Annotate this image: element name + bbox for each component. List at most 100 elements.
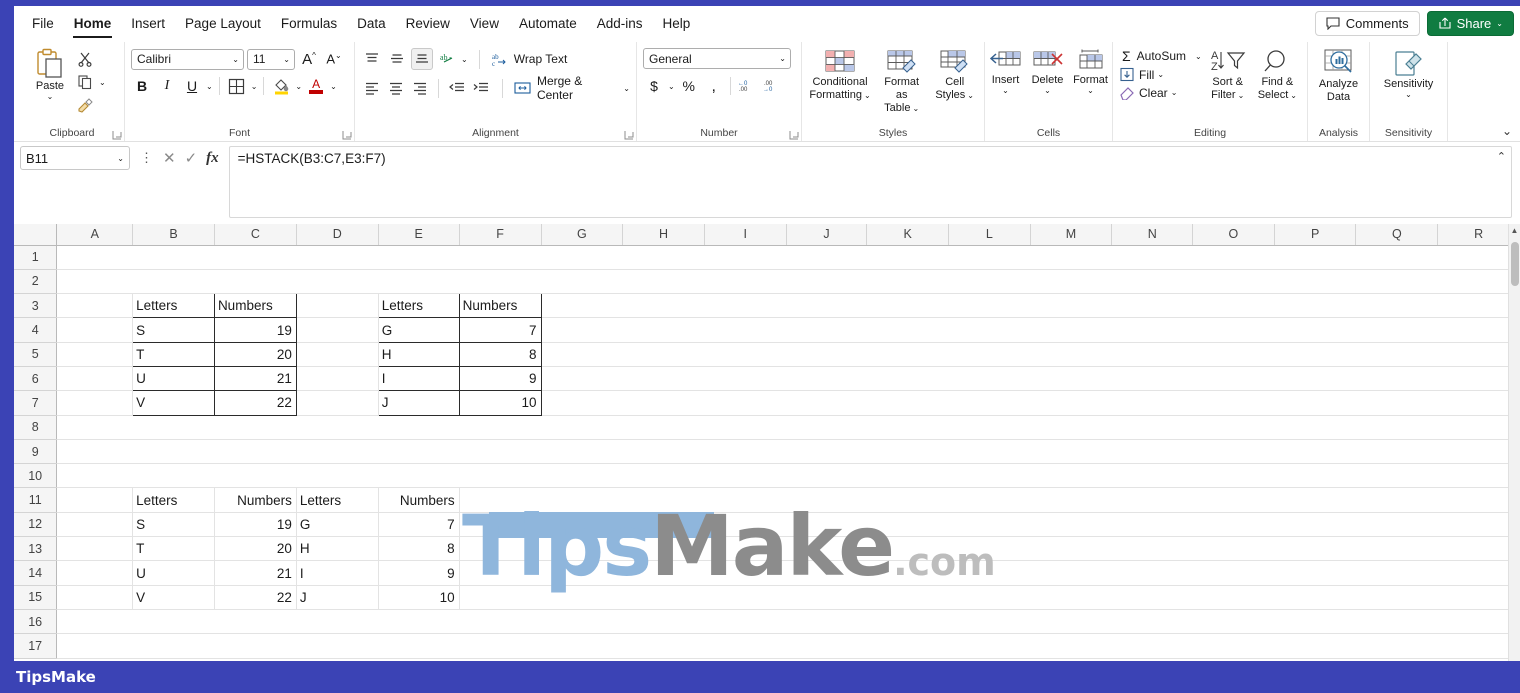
font-size-select[interactable]: 11 ⌄ (247, 48, 295, 70)
align-middle-button[interactable] (386, 48, 408, 70)
cell-c7[interactable]: 22 (213, 390, 297, 416)
insert-cells-chevron-down-icon[interactable]: ⌄ (1002, 87, 1009, 95)
cell-a5[interactable] (56, 342, 134, 367)
number-dialog-launcher-icon[interactable] (789, 130, 799, 140)
column-header-k[interactable]: K (866, 224, 949, 246)
align-right-button[interactable] (409, 77, 430, 99)
formula-bar-collapse-chevron-up-icon[interactable]: ⌃ (1497, 150, 1506, 163)
insert-function-icon[interactable]: fx (206, 150, 219, 167)
cell-styles-chevron-down-icon[interactable]: ⌄ (967, 92, 974, 100)
cell-b14[interactable]: U (132, 560, 215, 586)
row-header-12[interactable]: 12 (14, 512, 58, 538)
column-header-e[interactable]: E (378, 224, 460, 246)
cell-b4[interactable]: S (132, 317, 215, 343)
sensitivity-chevron-down-icon[interactable]: ⌄ (1405, 91, 1412, 99)
bold-button[interactable]: B (131, 75, 153, 97)
cell-a3[interactable] (56, 293, 134, 319)
select-all-corner[interactable] (14, 224, 58, 246)
analyze-data-button[interactable]: Analyze Data (1314, 46, 1363, 106)
row-header-13[interactable]: 13 (14, 536, 58, 562)
cell-b6[interactable]: U (132, 365, 215, 392)
font-name-select[interactable]: Calibri ⌄ (131, 48, 244, 70)
column-header-n[interactable]: N (1111, 224, 1194, 246)
empty-row-cells[interactable] (56, 245, 1520, 270)
column-header-g[interactable]: G (541, 224, 624, 246)
cell-b11[interactable]: Letters (132, 487, 215, 513)
number-format-chevron-down-icon[interactable]: ⌄ (779, 55, 786, 63)
cell-d5[interactable] (296, 342, 379, 367)
find-select-chevron-down-icon[interactable]: ⌄ (1290, 92, 1297, 100)
row-header-4[interactable]: 4 (14, 317, 58, 343)
row-header-15[interactable]: 15 (14, 585, 58, 610)
copy-button[interactable] (74, 71, 96, 93)
empty-row-cells[interactable] (459, 512, 1520, 538)
font-dialog-launcher-icon[interactable] (342, 130, 352, 140)
empty-row-cells[interactable] (56, 415, 1520, 440)
name-box-chevron-down-icon[interactable]: ⌄ (117, 154, 124, 162)
insert-cells-button[interactable]: Insert ⌄ (986, 46, 1026, 96)
sensitivity-button[interactable]: Sensitivity ⌄ (1376, 46, 1441, 100)
conditional-formatting-chevron-down-icon[interactable]: ⌄ (864, 92, 871, 100)
cell-c3[interactable]: Numbers (213, 293, 297, 319)
font-color-chevron-down-icon[interactable]: ⌄ (330, 82, 337, 90)
autosum-chevron-down-icon[interactable]: ⌄ (1195, 52, 1202, 60)
empty-row-cells[interactable] (56, 609, 1520, 635)
cell-d4[interactable] (296, 317, 379, 343)
cell-b5[interactable]: T (132, 341, 215, 367)
column-header-h[interactable]: H (622, 224, 705, 246)
fill-chevron-down-icon[interactable]: ⌄ (1157, 71, 1164, 79)
cell-a4[interactable] (56, 317, 134, 343)
merge-center-chevron-down-icon[interactable]: ⌄ (623, 84, 630, 92)
cell-d12[interactable]: G (296, 512, 379, 538)
row-header-1[interactable]: 1 (14, 245, 58, 270)
cell-a6[interactable] (56, 366, 134, 392)
font-color-button[interactable]: A (305, 75, 327, 97)
cell-f6[interactable]: 9 (458, 365, 542, 392)
empty-row-cells[interactable] (459, 560, 1520, 586)
row-header-2[interactable]: 2 (14, 269, 58, 295)
column-header-l[interactable]: L (948, 224, 1031, 246)
row-header-7[interactable]: 7 (14, 390, 58, 416)
scroll-up-arrow-icon[interactable]: ▲ (1509, 226, 1520, 235)
row-header-17[interactable]: 17 (14, 633, 58, 659)
paste-chevron-down-icon[interactable]: ⌄ (47, 93, 54, 101)
empty-row-cells[interactable] (541, 390, 1520, 416)
cell-a14[interactable] (56, 560, 134, 586)
empty-row-cells[interactable] (56, 439, 1520, 465)
number-format-select[interactable]: General ⌄ (643, 48, 791, 69)
fill-color-chevron-down-icon[interactable]: ⌄ (295, 82, 302, 90)
cell-e15[interactable]: 10 (378, 585, 460, 610)
cut-button[interactable] (74, 48, 96, 70)
format-cells-button[interactable]: Format ⌄ (1070, 46, 1112, 96)
empty-row-cells[interactable] (541, 293, 1520, 319)
cell-c15[interactable]: 22 (214, 585, 297, 610)
format-cells-chevron-down-icon[interactable]: ⌄ (1087, 87, 1094, 95)
cell-d13[interactable]: H (296, 536, 379, 562)
currency-chevron-down-icon[interactable]: ⌄ (668, 82, 675, 90)
underline-button[interactable]: U (181, 75, 203, 97)
cell-f4[interactable]: 7 (458, 317, 542, 343)
more-options-icon[interactable]: ⋮ (140, 150, 154, 166)
menu-item-formulas[interactable]: Formulas (271, 12, 347, 35)
delete-cells-chevron-down-icon[interactable]: ⌄ (1044, 87, 1051, 95)
cell-f7[interactable]: 10 (458, 390, 542, 416)
empty-row-cells[interactable] (459, 585, 1520, 610)
column-header-f[interactable]: F (459, 224, 542, 246)
comma-style-button[interactable]: , (703, 75, 725, 97)
clipboard-dialog-launcher-icon[interactable] (112, 130, 122, 140)
column-header-m[interactable]: M (1030, 224, 1113, 246)
delete-cells-button[interactable]: Delete ⌄ (1028, 46, 1068, 96)
align-bottom-button[interactable] (411, 48, 433, 70)
share-chevron-down-icon[interactable]: ⌄ (1496, 20, 1503, 28)
decrease-decimal-button[interactable]: .00 →0 (761, 75, 783, 97)
orientation-chevron-down-icon[interactable]: ⌄ (461, 55, 468, 63)
name-box[interactable]: B11 ⌄ (20, 146, 130, 170)
column-header-j[interactable]: J (786, 224, 868, 246)
share-button[interactable]: Share ⌄ (1426, 11, 1514, 36)
row-header-11[interactable]: 11 (14, 487, 58, 513)
menu-item-review[interactable]: Review (396, 12, 460, 35)
row-header-16[interactable]: 16 (14, 609, 58, 635)
cell-e7[interactable]: J (377, 390, 460, 416)
cell-d3[interactable] (296, 293, 379, 319)
row-header-9[interactable]: 9 (14, 439, 58, 465)
